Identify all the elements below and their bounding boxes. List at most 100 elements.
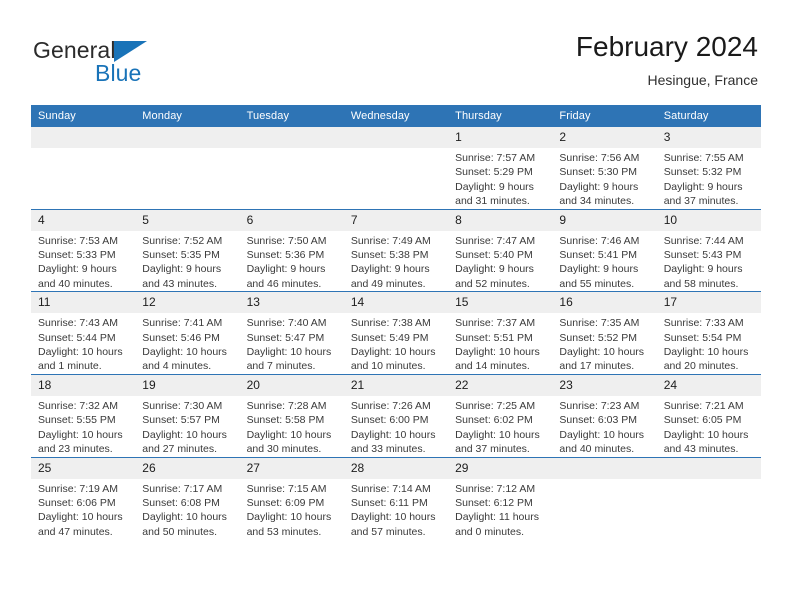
daylight-text: Daylight: 10 hours and 40 minutes. <box>559 428 645 456</box>
calendar-day-cell[interactable]: 10 Sunrise: 7:44 AM Sunset: 5:43 PM Dayligh… <box>656 208 761 292</box>
sunrise-text: Sunrise: 7:49 AM <box>350 234 431 247</box>
calendar-cell-empty <box>343 127 449 209</box>
daylight-text: Daylight: 10 hours and 33 minutes. <box>350 428 436 456</box>
calendar-week-row: 4 Sunrise: 7:53 AM Sunset: 5:33 PM Daylight… <box>31 208 761 292</box>
day-details: Sunrise: 7:50 AM Sunset: 5:36 PM Daylight:… <box>240 231 344 292</box>
daylight-text: Daylight: 10 hours and 10 minutes. <box>350 346 436 373</box>
day-number <box>343 127 449 148</box>
sunset-text: Sunset: 5:40 PM <box>455 249 533 262</box>
day-number: 7 <box>343 209 449 231</box>
weekday-header-thursday: Thursday <box>448 105 553 127</box>
day-details: Sunrise: 7:47 AM Sunset: 5:40 PM Daylight:… <box>448 231 552 292</box>
daylight-text: Daylight: 9 hours and 37 minutes. <box>663 180 743 208</box>
sunset-text: Sunset: 5:33 PM <box>38 249 116 262</box>
day-number: 9 <box>552 209 657 231</box>
day-number: 13 <box>239 292 344 314</box>
day-number: 10 <box>656 209 761 231</box>
daylight-text: Daylight: 10 hours and 57 minutes. <box>350 511 436 538</box>
sunrise-text: Sunrise: 7:40 AM <box>246 317 327 330</box>
day-details: Sunrise: 7:21 AM Sunset: 6:05 PM Daylight:… <box>657 396 761 457</box>
calendar-day-cell[interactable]: 24 Sunrise: 7:21 AM Sunset: 6:05 PM Dayligh… <box>656 373 761 457</box>
weekday-header-monday: Monday <box>135 105 240 127</box>
calendar-day-cell[interactable]: 16 Sunrise: 7:35 AM Sunset: 5:52 PM Dayligh… <box>552 291 657 375</box>
calendar-day-cell[interactable]: 22 Sunrise: 7:25 AM Sunset: 6:02 PM Dayligh… <box>448 373 553 457</box>
day-details: Sunrise: 7:12 AM Sunset: 6:12 PM Daylight:… <box>448 479 552 540</box>
sunrise-text: Sunrise: 7:53 AM <box>38 234 118 247</box>
calendar-day-cell[interactable]: 3 Sunrise: 7:55 AM Sunset: 5:32 PM Daylight… <box>656 127 761 209</box>
day-details: Sunrise: 7:25 AM Sunset: 6:02 PM Daylight:… <box>448 396 552 457</box>
day-details: Sunrise: 7:35 AM Sunset: 5:52 PM Daylight:… <box>552 313 656 374</box>
calendar-day-cell[interactable]: 9 Sunrise: 7:46 AM Sunset: 5:41 PM Daylight… <box>552 208 657 292</box>
sunset-text: Sunset: 6:11 PM <box>350 496 428 509</box>
calendar-day-cell[interactable]: 18 Sunrise: 7:32 AM Sunset: 5:55 PM Dayligh… <box>31 373 136 457</box>
calendar-day-cell[interactable]: 14 Sunrise: 7:38 AM Sunset: 5:49 PM Dayligh… <box>343 291 449 375</box>
daylight-text: Daylight: 10 hours and 1 minute. <box>38 346 123 373</box>
brand-name-blue: Blue <box>95 60 142 86</box>
calendar-day-cell[interactable]: 11 Sunrise: 7:43 AM Sunset: 5:44 PM Dayligh… <box>31 291 136 375</box>
daylight-text: Daylight: 10 hours and 17 minutes. <box>559 346 645 373</box>
sunset-text: Sunset: 5:43 PM <box>663 249 742 262</box>
sunrise-text: Sunrise: 7:12 AM <box>455 482 536 495</box>
calendar-body: 1 Sunrise: 7:57 AM Sunset: 5:29 PM Daylight… <box>31 127 761 540</box>
calendar-day-cell[interactable]: 6 Sunrise: 7:50 AM Sunset: 5:36 PM Daylight… <box>239 208 344 292</box>
calendar-day-cell[interactable]: 15 Sunrise: 7:37 AM Sunset: 5:51 PM Dayligh… <box>448 291 553 375</box>
weekday-header-tuesday: Tuesday <box>239 105 344 127</box>
calendar-day-cell[interactable]: 28 Sunrise: 7:14 AM Sunset: 6:11 PM Dayligh… <box>343 456 449 540</box>
day-number <box>656 457 761 479</box>
day-number <box>135 127 240 148</box>
daylight-text: Daylight: 11 hours and 0 minutes. <box>455 511 539 538</box>
calendar-day-cell[interactable]: 27 Sunrise: 7:15 AM Sunset: 6:09 PM Dayligh… <box>239 456 344 540</box>
day-details: Sunrise: 7:43 AM Sunset: 5:44 PM Daylight:… <box>31 313 135 374</box>
day-details: Sunrise: 7:41 AM Sunset: 5:46 PM Daylight:… <box>135 313 239 374</box>
calendar-day-cell[interactable]: 29 Sunrise: 7:12 AM Sunset: 6:12 PM Dayligh… <box>448 456 553 540</box>
sunset-text: Sunset: 6:05 PM <box>663 414 742 427</box>
calendar-day-cell[interactable]: 5 Sunrise: 7:52 AM Sunset: 5:35 PM Daylight… <box>135 208 240 292</box>
calendar-day-cell[interactable]: 7 Sunrise: 7:49 AM Sunset: 5:38 PM Daylight… <box>343 208 449 292</box>
calendar-day-cell[interactable]: 19 Sunrise: 7:30 AM Sunset: 5:57 PM Dayligh… <box>135 373 240 457</box>
daylight-text: Daylight: 10 hours and 14 minutes. <box>455 346 540 373</box>
day-number: 12 <box>135 292 240 314</box>
day-number <box>552 457 657 479</box>
day-details: Sunrise: 7:49 AM Sunset: 5:38 PM Daylight:… <box>344 231 448 292</box>
day-number: 24 <box>656 374 761 396</box>
calendar-day-cell[interactable]: 20 Sunrise: 7:28 AM Sunset: 5:58 PM Dayligh… <box>239 373 344 457</box>
sunset-text: Sunset: 6:09 PM <box>246 496 325 509</box>
calendar-day-cell[interactable]: 17 Sunrise: 7:33 AM Sunset: 5:54 PM Dayligh… <box>656 291 761 375</box>
calendar-day-cell[interactable]: 8 Sunrise: 7:47 AM Sunset: 5:40 PM Daylight… <box>448 208 553 292</box>
calendar-day-cell[interactable]: 4 Sunrise: 7:53 AM Sunset: 5:33 PM Daylight… <box>31 208 136 292</box>
day-details: Sunrise: 7:55 AM Sunset: 5:32 PM Daylight:… <box>657 148 761 209</box>
day-number: 8 <box>448 209 553 231</box>
day-details: Sunrise: 7:26 AM Sunset: 6:00 PM Daylight:… <box>344 396 448 457</box>
calendar-day-cell[interactable]: 2 Sunrise: 7:56 AM Sunset: 5:30 PM Daylight… <box>552 127 657 209</box>
sunset-text: Sunset: 5:47 PM <box>246 331 325 344</box>
calendar-day-cell[interactable]: 21 Sunrise: 7:26 AM Sunset: 6:00 PM Dayligh… <box>343 373 449 457</box>
day-number: 16 <box>552 292 657 314</box>
day-details: Sunrise: 7:17 AM Sunset: 6:08 PM Daylight:… <box>135 479 239 540</box>
day-number: 25 <box>31 457 136 479</box>
calendar-day-cell[interactable]: 26 Sunrise: 7:17 AM Sunset: 6:08 PM Dayligh… <box>135 456 240 540</box>
calendar-grid: Sunday Monday Tuesday Wednesday Thursday Frid… <box>31 105 761 540</box>
sunset-text: Sunset: 5:49 PM <box>350 331 429 344</box>
sunset-text: Sunset: 6:00 PM <box>350 414 429 427</box>
sunrise-text: Sunrise: 7:56 AM <box>559 152 640 164</box>
sunrise-text: Sunrise: 7:44 AM <box>663 234 744 247</box>
sunset-text: Sunset: 5:41 PM <box>559 249 638 262</box>
day-number: 14 <box>343 292 449 314</box>
calendar-week-row: 11 Sunrise: 7:43 AM Sunset: 5:44 PM Dayligh… <box>31 291 761 375</box>
sunset-text: Sunset: 5:38 PM <box>350 249 429 262</box>
sunrise-text: Sunrise: 7:50 AM <box>246 234 327 247</box>
calendar-day-cell[interactable]: 12 Sunrise: 7:41 AM Sunset: 5:46 PM Dayligh… <box>135 291 240 375</box>
day-details: Sunrise: 7:38 AM Sunset: 5:49 PM Daylight:… <box>344 313 448 374</box>
day-details: Sunrise: 7:33 AM Sunset: 5:54 PM Daylight:… <box>657 313 761 374</box>
sunrise-text: Sunrise: 7:19 AM <box>38 482 118 495</box>
calendar-day-cell[interactable]: 1 Sunrise: 7:57 AM Sunset: 5:29 PM Daylight… <box>448 127 553 209</box>
sunset-text: Sunset: 5:46 PM <box>142 331 220 344</box>
calendar-day-cell[interactable]: 13 Sunrise: 7:40 AM Sunset: 5:47 PM Dayligh… <box>239 291 344 375</box>
day-number <box>239 127 344 148</box>
day-number: 15 <box>448 292 553 314</box>
day-number: 18 <box>31 374 136 396</box>
sunset-text: Sunset: 5:35 PM <box>142 249 220 262</box>
sunrise-text: Sunrise: 7:15 AM <box>246 482 327 495</box>
calendar-day-cell[interactable]: 25 Sunrise: 7:19 AM Sunset: 6:06 PM Dayligh… <box>31 456 136 540</box>
calendar-day-cell[interactable]: 23 Sunrise: 7:23 AM Sunset: 6:03 PM Dayligh… <box>552 373 657 457</box>
